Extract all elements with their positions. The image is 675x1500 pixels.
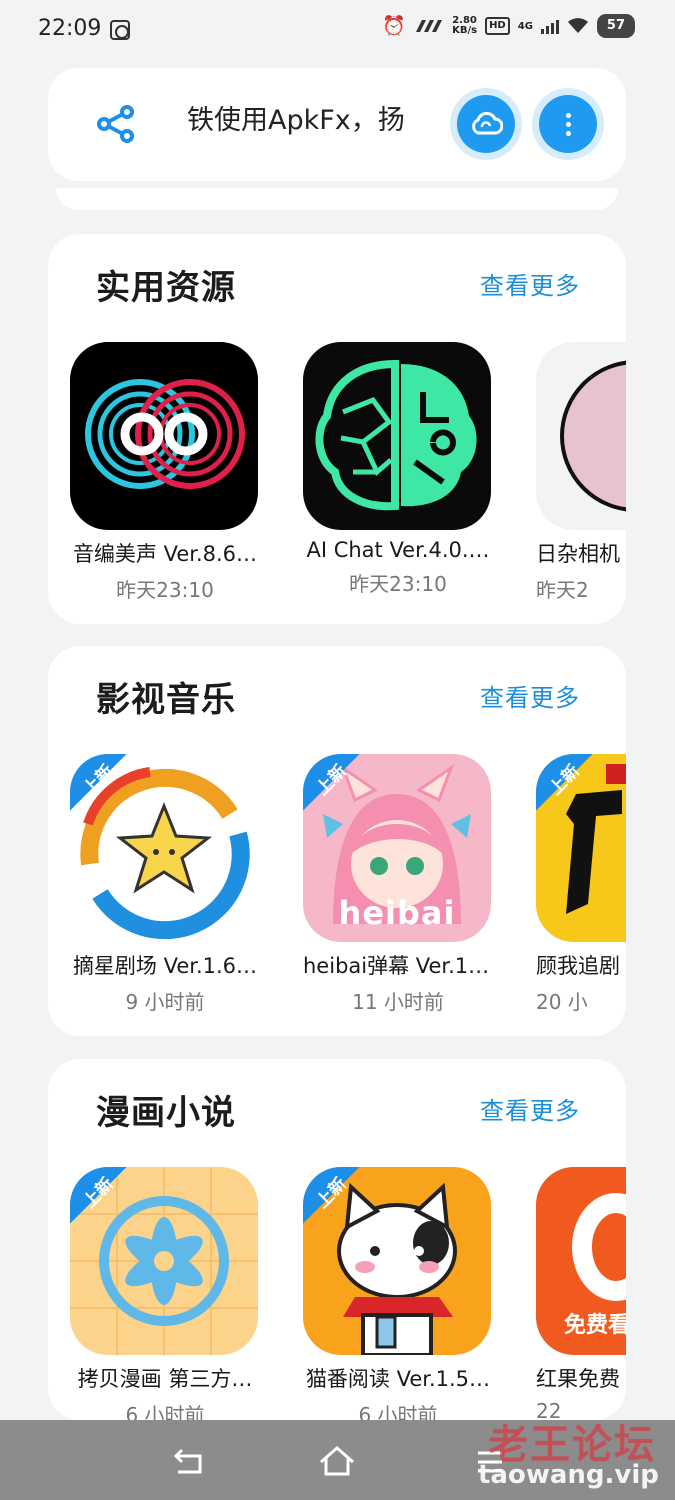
speed-unit: KB/s: [452, 25, 478, 36]
section-title: 影视音乐: [96, 680, 236, 720]
app-card[interactable]: AI Chat Ver.4.0.… 昨天23:10: [303, 342, 493, 597]
app-update-time: 6 小时前: [358, 1403, 438, 1420]
cell-signal-icon: [540, 18, 559, 34]
app-icon: heibai 上新: [303, 754, 491, 942]
hd-badge: HD: [485, 17, 510, 35]
app-icon: 上新: [303, 1167, 491, 1355]
app-icon: 上新: [70, 1167, 258, 1355]
app-card[interactable]: 上新 猫番阅读 Ver.1.5… 6 小时前: [303, 1167, 493, 1420]
gallery-icon: [110, 20, 130, 40]
network-speed: 2.80 KB/s: [452, 16, 477, 36]
wifi-icon: [567, 18, 588, 33]
new-badge: 上新: [303, 754, 383, 834]
new-badge: 上新: [70, 754, 150, 834]
app-name: AI Chat Ver.4.0.…: [306, 538, 490, 562]
app-card[interactable]: 免费看 红果免费 22: [536, 1167, 626, 1420]
app-name: 顾我追剧: [536, 954, 620, 978]
app-icon-text: 免费看: [564, 1313, 626, 1338]
app-card[interactable]: 上新 顾我追剧 20 小: [536, 754, 626, 1015]
app-icon: 上新: [70, 754, 258, 942]
app-icon: 上新: [536, 754, 626, 942]
app-update-time: 昨天2: [536, 578, 589, 602]
app-card[interactable]: 上新 摘星剧场 Ver.1.6… 9 小时前: [70, 754, 260, 1015]
section-title: 漫画小说: [96, 1093, 236, 1133]
battery-indicator: 57: [596, 14, 635, 38]
app-name: 拷贝漫画 第三方…: [77, 1367, 253, 1391]
top-toolbar: 务铁使用ApkFx，扬: [48, 68, 626, 181]
share-icon[interactable]: [96, 104, 136, 144]
home-icon[interactable]: [318, 1444, 356, 1478]
app-name: 摘星剧场 Ver.1.6…: [72, 954, 258, 978]
section-title: 实用资源: [96, 268, 236, 308]
alarm-icon: ⏰: [382, 15, 407, 37]
watermark-url: taowang.vip: [478, 1460, 659, 1490]
more-options-button[interactable]: [532, 88, 604, 160]
app-card[interactable]: 上新 拷贝漫画 第三方… 6 小时前: [70, 1167, 260, 1420]
cloud-sync-button[interactable]: [450, 88, 522, 160]
section-video-music: 影视音乐 查看更多 上新 摘星剧场 Ver.1.6… 9 小时前 heibai …: [48, 646, 626, 1036]
back-icon[interactable]: [172, 1446, 206, 1476]
app-icon: 免费看: [536, 1167, 626, 1355]
app-name: heibai弹幕 Ver.1.…: [303, 954, 493, 978]
status-time: 22:09: [38, 16, 102, 41]
view-more-link[interactable]: 查看更多: [480, 266, 580, 301]
cloud-sync-icon: [472, 111, 503, 135]
app-name: 红果免费: [536, 1367, 620, 1391]
more-vertical-icon: [565, 112, 571, 136]
marquee-text: 务铁使用ApkFx，扬: [186, 105, 405, 136]
app-update-time: 6 小时前: [125, 1403, 205, 1420]
signal-icon: [416, 20, 443, 32]
view-more-link[interactable]: 查看更多: [480, 678, 580, 713]
app-update-time: 9 小时前: [125, 990, 205, 1014]
app-icon: [70, 342, 258, 530]
app-card[interactable]: 音编美声 Ver.8.6… 昨天23:10: [70, 342, 260, 603]
view-more-link[interactable]: 查看更多: [480, 1091, 580, 1126]
app-icon-text: heibai: [338, 894, 456, 932]
section-comics-novels: 漫画小说 查看更多 上新 拷贝漫画 第三方… 6 小时前 上新 猫番阅读 Ver…: [48, 1059, 626, 1420]
network-type: 4G: [517, 20, 533, 32]
announcement-marquee[interactable]: 务铁使用ApkFx，扬: [186, 96, 486, 146]
app-name: 音编美声 Ver.8.6…: [72, 542, 258, 566]
app-name: 猫番阅读 Ver.1.5…: [305, 1367, 491, 1391]
app-update-time: 昨天23:10: [116, 578, 214, 602]
new-badge: 上新: [70, 1167, 150, 1247]
app-icon: [536, 342, 626, 530]
app-update-time: 11 小时前: [352, 990, 444, 1014]
collapsed-card-edge: [56, 188, 618, 210]
app-card[interactable]: 日杂相机 昨天2: [536, 342, 626, 603]
app-update-time: 昨天23:10: [349, 572, 447, 596]
status-bar: 22:09 ⏰ 2.80 KB/s HD 4G 57: [0, 0, 675, 62]
app-card[interactable]: heibai 上新 heibai弹幕 Ver.1.… 11 小时前: [303, 754, 493, 1015]
app-name: 日杂相机: [536, 542, 620, 566]
app-icon: [303, 342, 491, 530]
new-badge: 上新: [303, 1167, 383, 1247]
section-utilities: 实用资源 查看更多 音编美声 Ver.8.6… 昨天23:10 AI Chat …: [48, 234, 626, 624]
app-update-time: 20 小: [536, 990, 588, 1014]
new-badge: 上新: [536, 754, 616, 834]
